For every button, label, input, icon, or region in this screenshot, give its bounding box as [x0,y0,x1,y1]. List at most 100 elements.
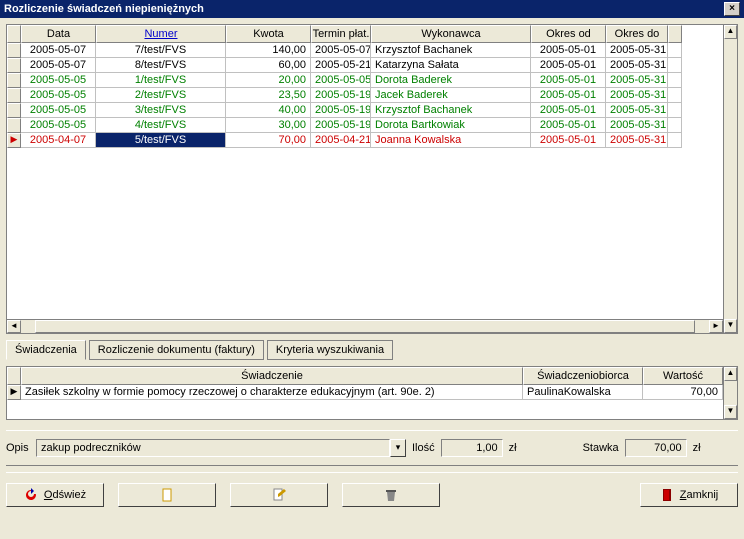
cell-tail [668,43,682,58]
cell-wykonawca: Dorota Bartkowiak [371,118,531,133]
table-row[interactable]: 2005-05-052/test/FVS23,502005-05-19Jacek… [7,88,723,103]
table-row[interactable]: 2005-05-054/test/FVS30,002005-05-19Dorot… [7,118,723,133]
col-okres-od[interactable]: Okres od [531,25,606,43]
close-icon[interactable]: × [724,2,740,16]
detail-row-marker-icon: ▶ [7,385,21,400]
new-button[interactable] [118,483,216,507]
cell-numer: 2/test/FVS [96,88,226,103]
grid-corner [7,25,21,43]
opis-field[interactable]: zakup podreczników [36,439,390,457]
trash-icon [384,488,398,502]
cell-kwota: 30,00 [226,118,311,133]
cell-okres-do: 2005-05-31 [606,43,668,58]
door-icon [660,488,674,502]
refresh-button[interactable]: OOdświeżdśwież [6,483,104,507]
row-marker-icon [7,103,21,118]
cell-tail [668,73,682,88]
cell-okres-do: 2005-05-31 [606,58,668,73]
cell-kwota: 140,00 [226,43,311,58]
scroll-right-icon[interactable]: ► [709,320,723,333]
col-data[interactable]: Data [21,25,96,43]
cell-numer: 8/test/FVS [96,58,226,73]
row-marker-icon [7,73,21,88]
hscroll-track[interactable] [35,320,695,333]
cell-numer: 7/test/FVS [96,43,226,58]
detail-scroll-down-icon[interactable]: ▼ [724,405,737,419]
col-numer[interactable]: Numer [96,25,226,43]
cell-wykonawca: Krzysztof Bachanek [371,43,531,58]
dg-col-swiadczenie[interactable]: Świadczenie [21,367,523,385]
cell-tail [668,103,682,118]
vscroll-track[interactable] [724,39,737,319]
dg-col-wartosc[interactable]: Wartość [643,367,723,385]
form-row: Opis zakup podreczników ▾ Ilość 1,00 zł … [6,430,738,466]
refresh-button-label: OOdświeżdśwież [44,489,86,501]
cell-kwota: 23,50 [226,88,311,103]
row-marker-icon: ▶ [7,133,21,148]
ilosc-field[interactable]: 1,00 [441,439,503,457]
col-termin[interactable]: Termin płat. [311,25,371,43]
grid-body[interactable]: 2005-05-077/test/FVS140,00 2005-05-07 Krzy… [7,43,723,319]
col-wykonawca[interactable]: Wykonawca [371,25,531,43]
button-bar: OOdświeżdśwież ZamknijZamknij [6,472,738,507]
table-row[interactable]: 2005-05-053/test/FVS40,002005-05-19Krzys… [7,103,723,118]
col-kwota[interactable]: Kwota [226,25,311,43]
cell-termin: 2005-05-19 [311,88,371,103]
cell-okres-od: 2005-05-01 [531,118,606,133]
hscrollbar[interactable]: ◄ ► [7,319,723,333]
cell-wykonawca: Joanna Kowalska [371,133,531,148]
cell-okres-do: 2005-05-31 [606,88,668,103]
tab-rozliczenie[interactable]: Rozliczenie dokumentu (faktury) [89,340,264,360]
cell-data: 2005-05-07 [21,43,96,58]
vscrollbar[interactable]: ▲ ▼ [723,25,737,333]
table-row[interactable]: 2005-05-078/test/FVS60,002005-05-21Katar… [7,58,723,73]
edit-document-icon [272,488,286,502]
cell-okres-do: 2005-05-31 [606,73,668,88]
cell-numer: 4/test/FVS [96,118,226,133]
scroll-left-icon[interactable]: ◄ [7,320,21,333]
cell-numer: 3/test/FVS [96,103,226,118]
refresh-icon [24,488,38,502]
cell-wykonawca: Dorota Baderek [371,73,531,88]
close-button-label: ZamknijZamknij [680,489,719,501]
delete-button[interactable] [342,483,440,507]
edit-button[interactable] [230,483,328,507]
cell-data: 2005-05-07 [21,58,96,73]
cell-termin: 2005-04-21 [311,133,371,148]
cell-tail [668,133,682,148]
table-row[interactable]: ▶2005-04-075/test/FVS70,002005-04-21Joan… [7,133,723,148]
dg-corner [7,367,21,385]
scroll-down-icon[interactable]: ▼ [724,319,737,333]
grid-header-row: Data Numer Kwota Termin płat. Wykonawca … [7,25,723,43]
row-marker-icon [7,43,21,58]
stawka-unit-label: zł [693,442,701,454]
opis-label: Opis [6,442,30,454]
tab-kryteria[interactable]: Kryteria wyszukiwania [267,340,393,360]
cell-okres-do: 2005-05-31 [606,118,668,133]
col-okres-do[interactable]: Okres do [606,25,668,43]
stawka-field[interactable]: 70,00 [625,439,687,457]
table-row[interactable]: 2005-05-051/test/FVS20,002005-05-05Dorot… [7,73,723,88]
cell-numer: 1/test/FVS [96,73,226,88]
scroll-up-icon[interactable]: ▲ [724,25,737,39]
close-button[interactable]: ZamknijZamknij [640,483,738,507]
row-marker-icon [7,88,21,103]
cell-tail [668,58,682,73]
opis-dropdown-icon[interactable]: ▾ [390,439,406,457]
cell-wykonawca: Jacek Baderek [371,88,531,103]
table-row[interactable]: 2005-05-077/test/FVS140,002005-05-07Krzy… [7,43,723,58]
cell-tail [668,118,682,133]
cell-okres-od: 2005-05-01 [531,103,606,118]
cell-okres-do: 2005-05-31 [606,103,668,118]
cell-tail [668,88,682,103]
cell-okres-od: 2005-05-01 [531,43,606,58]
tab-swiadczenia[interactable]: Świadczenia [6,340,86,360]
detail-vscrollbar[interactable]: ▲ ▼ [723,367,737,419]
cell-data: 2005-05-05 [21,103,96,118]
new-document-icon [160,488,174,502]
dg-col-biorca[interactable]: Świadczeniobiorca [523,367,643,385]
detail-scroll-up-icon[interactable]: ▲ [724,367,737,381]
row-marker-icon [7,118,21,133]
detail-row[interactable]: ▶ Zasiłek szkolny w formie pomocy rzeczo… [7,385,723,400]
main-grid: Data Numer Kwota Termin płat. Wykonawca … [6,24,738,334]
